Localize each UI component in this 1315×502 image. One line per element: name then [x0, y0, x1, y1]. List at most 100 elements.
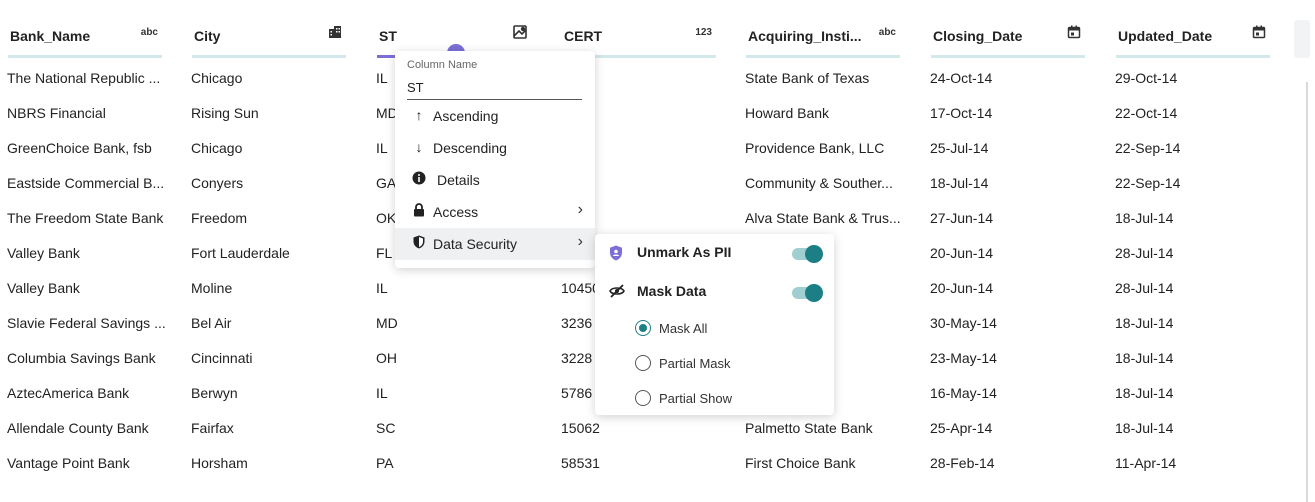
column-title: Updated_Date — [1118, 28, 1213, 44]
table-cell[interactable]: MD — [376, 315, 536, 331]
table-cell[interactable]: Slavie Federal Savings ... — [7, 315, 167, 331]
table-cell[interactable]: 25-Apr-14 — [930, 420, 1090, 436]
table-cell[interactable]: The Freedom State Bank — [7, 210, 167, 226]
table-cell[interactable]: State Bank of Texas — [745, 70, 905, 86]
table-cell[interactable]: Vantage Point Bank — [7, 455, 167, 471]
column-header-city[interactable]: City — [192, 22, 346, 58]
table-cell[interactable]: 25-Jul-14 — [930, 140, 1090, 156]
table-cell[interactable]: Valley Bank — [7, 280, 167, 296]
table-cell[interactable]: 22-Oct-14 — [1115, 105, 1275, 121]
table-cell[interactable]: Cincinnati — [191, 350, 351, 366]
table-cell[interactable]: 20-Jun-14 — [930, 245, 1090, 261]
table-cell[interactable]: 20-Jun-14 — [930, 280, 1090, 296]
radio-button-selected[interactable] — [635, 320, 651, 336]
table-cell[interactable]: 24-Oct-14 — [930, 70, 1090, 86]
column-header-bank-name[interactable]: Bank_Name abc — [8, 22, 162, 58]
table-cell[interactable]: Moline — [191, 280, 351, 296]
table-cell[interactable]: 29-Oct-14 — [1115, 70, 1275, 86]
unmark-pii-toggle[interactable] — [792, 245, 823, 263]
vertical-scrollbar[interactable] — [1294, 20, 1310, 502]
table-cell[interactable]: 28-Jul-14 — [1115, 280, 1275, 296]
table-cell[interactable]: SC — [376, 420, 536, 436]
menu-item-label: Ascending — [433, 108, 499, 124]
column-header-updated-date[interactable]: Updated_Date — [1116, 22, 1270, 58]
toggle-knob — [805, 245, 823, 263]
scrollbar-thumb[interactable] — [1306, 82, 1308, 502]
table-cell[interactable]: 17-Oct-14 — [930, 105, 1090, 121]
table-cell[interactable]: PA — [376, 455, 536, 471]
menu-item-data-security[interactable]: Data Security › — [395, 228, 595, 260]
table-cell[interactable]: Allendale County Bank — [7, 420, 167, 436]
table-cell[interactable]: Fairfax — [191, 420, 351, 436]
table-cell[interactable]: Rising Sun — [191, 105, 351, 121]
table-cell[interactable]: Chicago — [191, 70, 351, 86]
table-cell[interactable]: 18-Jul-14 — [1115, 350, 1275, 366]
column-name-input[interactable] — [407, 75, 582, 100]
table-cell[interactable]: Fort Lauderdale — [191, 245, 351, 261]
column-header-acquiring-institution[interactable]: Acquiring_Insti... abc — [746, 22, 900, 58]
table-cell[interactable]: AztecAmerica Bank — [7, 385, 167, 401]
menu-item-label: Access — [433, 204, 479, 220]
mask-data-toggle[interactable] — [792, 284, 823, 302]
table-cell[interactable]: Berwyn — [191, 385, 351, 401]
table-cell[interactable]: 18-Jul-14 — [1115, 210, 1275, 226]
table-cell[interactable]: 16-May-14 — [930, 385, 1090, 401]
column-title: City — [194, 28, 221, 44]
table-cell[interactable]: Providence Bank, LLC — [745, 140, 905, 156]
table-cell[interactable]: Community & Souther... — [745, 175, 905, 191]
column-title: ST — [379, 28, 397, 44]
mask-option-mask-all[interactable]: Mask All — [595, 315, 834, 343]
mask-option-partial-show[interactable]: Partial Show — [595, 385, 834, 413]
table-cell[interactable]: 28-Feb-14 — [930, 455, 1090, 471]
table-cell[interactable]: 15062 — [561, 420, 721, 436]
table-cell[interactable]: Eastside Commercial B... — [7, 175, 167, 191]
table-cell[interactable]: OH — [376, 350, 536, 366]
column-name-label: Column Name — [407, 59, 478, 71]
table-cell[interactable]: Columbia Savings Bank — [7, 350, 167, 366]
table-cell[interactable]: 23-May-14 — [930, 350, 1090, 366]
table-cell[interactable]: Alva State Bank & Trus... — [745, 210, 905, 226]
table-cell[interactable]: 18-Jul-14 — [1115, 385, 1275, 401]
table-cell[interactable]: 11-Apr-14 — [1115, 455, 1275, 471]
table-cell[interactable]: Conyers — [191, 175, 351, 191]
mask-option-label: Mask All — [659, 321, 708, 336]
mask-option-partial-mask[interactable]: Partial Mask — [595, 350, 834, 378]
menu-item-label: Details — [437, 172, 480, 188]
table-cell[interactable]: Bel Air — [191, 315, 351, 331]
unmark-pii-label: Unmark As PII — [637, 244, 732, 260]
table-cell[interactable]: 18-Jul-14 — [1115, 420, 1275, 436]
radio-button[interactable] — [635, 355, 651, 371]
table-cell[interactable]: Valley Bank — [7, 245, 167, 261]
map-type-icon — [513, 25, 527, 42]
table-cell[interactable]: IL — [376, 280, 536, 296]
city-type-icon — [328, 25, 342, 42]
table-cell[interactable]: 22-Sep-14 — [1115, 140, 1275, 156]
table-cell[interactable]: First Choice Bank — [745, 455, 905, 471]
table-cell[interactable]: Horsham — [191, 455, 351, 471]
table-cell[interactable]: 28-Jul-14 — [1115, 245, 1275, 261]
table-cell[interactable]: Chicago — [191, 140, 351, 156]
pii-shield-icon — [609, 245, 623, 264]
menu-item-ascending[interactable]: ↑ Ascending — [395, 100, 595, 132]
table-cell[interactable]: 27-Jun-14 — [930, 210, 1090, 226]
table-cell[interactable]: The National Republic ... — [7, 70, 167, 86]
column-header-closing-date[interactable]: Closing_Date — [931, 22, 1085, 58]
menu-item-access[interactable]: Access › — [395, 196, 595, 228]
table-cell[interactable]: 18-Jul-14 — [930, 175, 1090, 191]
shield-icon — [411, 235, 427, 252]
table-cell[interactable]: 22-Sep-14 — [1115, 175, 1275, 191]
menu-item-details[interactable]: Details — [395, 164, 595, 196]
table-cell[interactable]: Freedom — [191, 210, 351, 226]
text-type-icon: abc — [140, 27, 158, 38]
table-cell[interactable]: Palmetto State Bank — [745, 420, 905, 436]
menu-item-descending[interactable]: ↓ Descending — [395, 132, 595, 164]
table-cell[interactable]: IL — [376, 385, 536, 401]
radio-button[interactable] — [635, 390, 651, 406]
chevron-right-icon: › — [577, 201, 583, 218]
table-cell[interactable]: NBRS Financial — [7, 105, 167, 121]
table-cell[interactable]: GreenChoice Bank, fsb — [7, 140, 167, 156]
table-cell[interactable]: 18-Jul-14 — [1115, 315, 1275, 331]
table-cell[interactable]: 58531 — [561, 455, 721, 471]
table-cell[interactable]: 30-May-14 — [930, 315, 1090, 331]
table-cell[interactable]: Howard Bank — [745, 105, 905, 121]
